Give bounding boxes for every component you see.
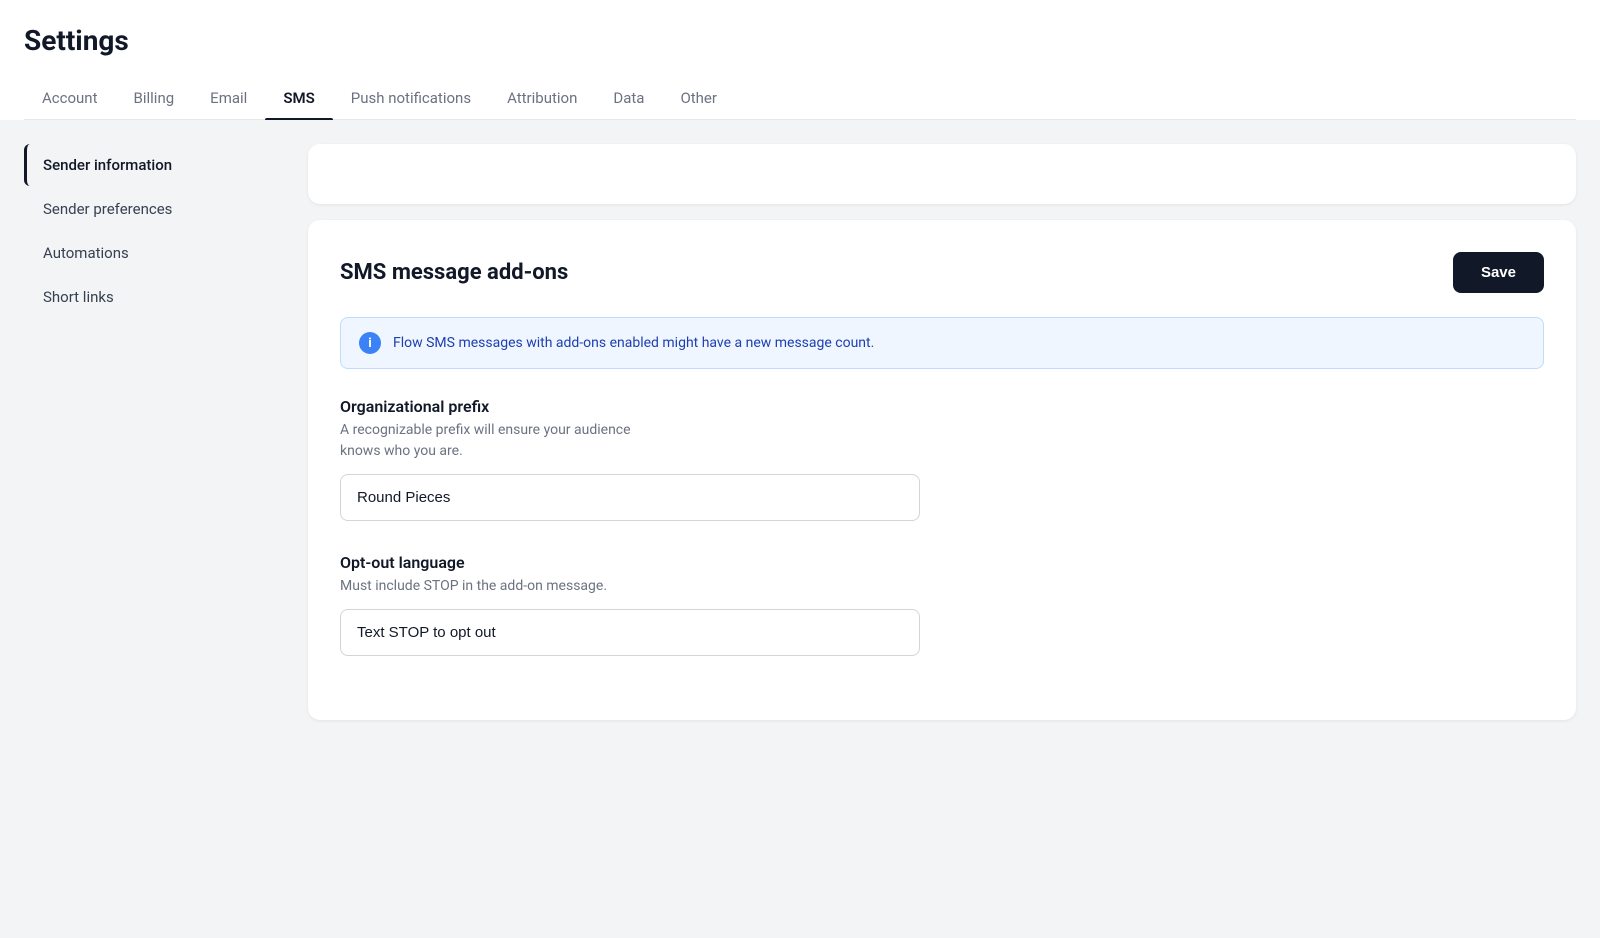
sidebar-item-automations[interactable]: Automations	[24, 232, 284, 274]
content-area: Sender information Sender preferences Au…	[0, 120, 1600, 938]
tab-sms[interactable]: SMS	[265, 77, 332, 119]
page-title: Settings	[24, 24, 1576, 57]
sidebar-item-sender-preferences[interactable]: Sender preferences	[24, 188, 284, 230]
save-button[interactable]: Save	[1453, 252, 1544, 293]
main-content: SMS message add-ons Save i Flow SMS mess…	[308, 144, 1576, 914]
opt-out-field-group: Opt-out language Must include STOP in th…	[340, 553, 1544, 656]
tab-push-notifications[interactable]: Push notifications	[333, 77, 489, 119]
sidebar: Sender information Sender preferences Au…	[24, 144, 284, 914]
tab-data[interactable]: Data	[595, 77, 662, 119]
info-banner-text: Flow SMS messages with add-ons enabled m…	[393, 335, 874, 351]
tab-account[interactable]: Account	[24, 77, 116, 119]
org-prefix-field-group: Organizational prefix A recognizable pre…	[340, 397, 1544, 521]
opt-out-label: Opt-out language	[340, 553, 1544, 572]
info-icon: i	[359, 332, 381, 354]
org-prefix-label: Organizational prefix	[340, 397, 1544, 416]
org-prefix-input[interactable]	[340, 474, 920, 521]
page-wrapper: Settings Account Billing Email SMS Push …	[0, 0, 1600, 938]
tab-email[interactable]: Email	[192, 77, 265, 119]
tab-attribution[interactable]: Attribution	[489, 77, 595, 119]
tab-other[interactable]: Other	[662, 77, 735, 119]
card-title: SMS message add-ons	[340, 260, 568, 285]
org-prefix-description: A recognizable prefix will ensure your a…	[340, 420, 1544, 462]
sidebar-item-sender-information[interactable]: Sender information	[24, 144, 284, 186]
opt-out-input[interactable]	[340, 609, 920, 656]
page-header: Settings Account Billing Email SMS Push …	[0, 0, 1600, 120]
sidebar-item-short-links[interactable]: Short links	[24, 276, 284, 318]
tabs-nav: Account Billing Email SMS Push notificat…	[24, 77, 1576, 120]
opt-out-description: Must include STOP in the add-on message.	[340, 576, 1544, 597]
tab-billing[interactable]: Billing	[116, 77, 193, 119]
sms-addons-card: SMS message add-ons Save i Flow SMS mess…	[308, 220, 1576, 720]
top-placeholder-card	[308, 144, 1576, 204]
card-header: SMS message add-ons Save	[340, 252, 1544, 293]
info-banner: i Flow SMS messages with add-ons enabled…	[340, 317, 1544, 369]
